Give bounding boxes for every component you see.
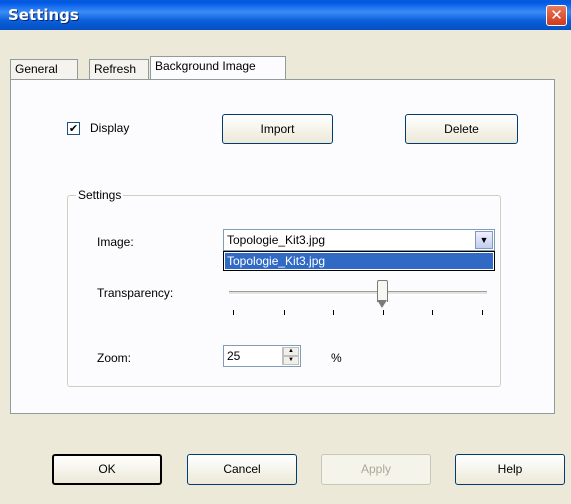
apply-button[interactable]: Apply: [321, 454, 431, 485]
settings-group-label: Settings: [76, 188, 124, 202]
spin-up-icon[interactable]: ▲: [283, 347, 299, 356]
delete-button[interactable]: Delete: [405, 114, 518, 144]
slider-tick: [333, 310, 334, 315]
tab-refresh[interactable]: Refresh: [89, 59, 149, 79]
display-checkbox[interactable]: ✔: [67, 122, 80, 135]
zoom-unit: %: [331, 351, 342, 365]
transparency-slider-track[interactable]: [229, 291, 487, 295]
image-label: Image:: [97, 235, 134, 249]
transparency-slider-thumb[interactable]: [377, 280, 388, 302]
zoom-label: Zoom:: [97, 351, 132, 365]
zoom-stepper[interactable]: 25 ▲ ▼: [223, 345, 301, 367]
close-icon[interactable]: ✕: [546, 5, 567, 26]
cancel-button[interactable]: Cancel: [187, 454, 297, 485]
slider-tick: [383, 310, 384, 315]
zoom-value[interactable]: 25: [227, 349, 240, 363]
display-label: Display: [90, 121, 130, 135]
chevron-down-icon[interactable]: ▼: [475, 231, 493, 249]
ok-button[interactable]: OK: [52, 454, 162, 485]
title-bar[interactable]: Settings ✕: [0, 0, 571, 30]
slider-tick: [432, 310, 433, 315]
image-dropdown-list[interactable]: Topologie_Kit3.jpg: [223, 251, 495, 271]
image-option[interactable]: Topologie_Kit3.jpg: [225, 253, 493, 269]
slider-tick: [233, 310, 234, 315]
help-button[interactable]: Help: [455, 454, 565, 485]
slider-thumb-pointer: [377, 300, 387, 308]
tab-background-image[interactable]: Background Image: [150, 56, 286, 79]
zoom-stepper-buttons: ▲ ▼: [282, 347, 299, 365]
slider-tick: [284, 310, 285, 315]
spin-down-icon[interactable]: ▼: [283, 356, 299, 365]
transparency-label: Transparency:: [97, 286, 174, 300]
window-title: Settings: [8, 6, 79, 24]
image-dropdown[interactable]: Topologie_Kit3.jpg ▼: [223, 229, 495, 251]
slider-tick: [482, 310, 483, 315]
import-button[interactable]: Import: [222, 114, 333, 144]
image-dropdown-value: Topologie_Kit3.jpg: [227, 233, 326, 247]
tab-general[interactable]: General: [10, 59, 78, 79]
